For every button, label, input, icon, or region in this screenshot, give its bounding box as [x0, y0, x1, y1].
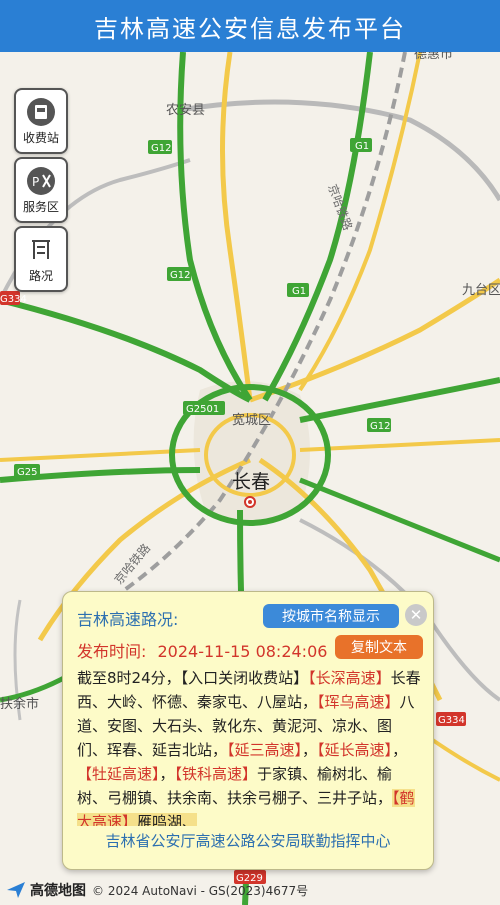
road-g334-label: G334 — [438, 715, 465, 726]
road-g12-label: G12 — [170, 270, 190, 281]
road-g2501-label: G2501 — [186, 404, 219, 415]
toll-station-button[interactable]: 收费站 — [14, 88, 68, 154]
place-label: 九台区 — [462, 283, 500, 298]
amap-logo-text: 高德地图 — [30, 883, 86, 899]
road-g334-label: G334 — [0, 294, 27, 305]
copy-text-button[interactable]: 复制文本 — [335, 635, 423, 659]
traffic-content: 截至8时24分，【入口关闭收费站】【长深高速】长春西、大岭、怀德、秦家屯、八屋站… — [77, 666, 421, 826]
separator: ， — [302, 741, 318, 759]
road-condition-label: 路况 — [28, 268, 53, 283]
road-g12-label: G12 — [151, 143, 171, 154]
app-header: 吉林高速公安信息发布平台 — [0, 0, 500, 52]
close-icon: ✕ — [409, 606, 423, 624]
place-label: 扶余市 — [0, 696, 39, 712]
show-by-city-button[interactable]: 按城市名称显示 — [263, 604, 399, 628]
separator: ， — [392, 741, 408, 759]
service-area-button[interactable]: P 服务区 — [14, 157, 68, 223]
traffic-info-panel: 吉林高速路况: 按城市名称显示 ✕ 发布时间: 2024-11-15 08:24… — [62, 591, 434, 870]
service-area-icon: P — [26, 166, 56, 196]
service-area-label: 服务区 — [22, 199, 59, 214]
map-attribution: 高德地图 © 2024 AutoNavi - GS(2023)4677号 — [6, 878, 308, 902]
separator: ， — [159, 765, 175, 783]
content-intro: 截至8时24分，【入口关闭收费站】 — [77, 669, 309, 687]
road-g1-label: G1 — [292, 286, 306, 297]
highway-name: 【长深高速】 — [308, 669, 391, 687]
copyright-text: © 2024 AutoNavi - GS(2023)4677号 — [92, 883, 309, 898]
city-label: 长春 — [232, 471, 270, 493]
toll-station-icon — [26, 97, 56, 127]
place-label: 宽城区 — [232, 412, 271, 428]
road-condition-icon — [26, 235, 56, 265]
highway-name: 【铁科高速】 — [174, 765, 258, 783]
close-panel-button[interactable]: ✕ — [405, 604, 427, 626]
publish-label: 发布时间: — [77, 642, 147, 661]
road-g12-label: G12 — [370, 421, 390, 432]
panel-footer-source: 吉林省公安厅高速公路公安局联勤指挥中心 — [105, 832, 391, 850]
page-title: 吉林高速公安信息发布平台 — [94, 14, 406, 43]
amap-logo-icon — [7, 882, 25, 898]
road-g1-label: G1 — [355, 141, 369, 152]
svg-text:P: P — [32, 175, 39, 189]
highway-name: 【珲乌高速】 — [317, 693, 400, 711]
highway-name: 【牡延高速】 — [77, 765, 160, 783]
place-label: 农安县 — [166, 103, 205, 118]
publish-time-row: 发布时间: 2024-11-15 08:24:06 — [77, 638, 333, 662]
road-g25-label: G25 — [17, 467, 37, 478]
toll-station-label: 收费站 — [22, 130, 59, 145]
road-condition-button[interactable]: 路况 — [14, 226, 68, 292]
highway-name: 【延长高速】 — [317, 741, 393, 759]
place-label: 德惠市 — [414, 52, 453, 62]
publish-time: 2024-11-15 08:24:06 — [157, 642, 328, 661]
station-list: 雁鸣湖、 — [137, 813, 198, 826]
panel-title: 吉林高速路况: — [77, 610, 179, 629]
highway-name: 【延三高速】 — [227, 741, 303, 759]
